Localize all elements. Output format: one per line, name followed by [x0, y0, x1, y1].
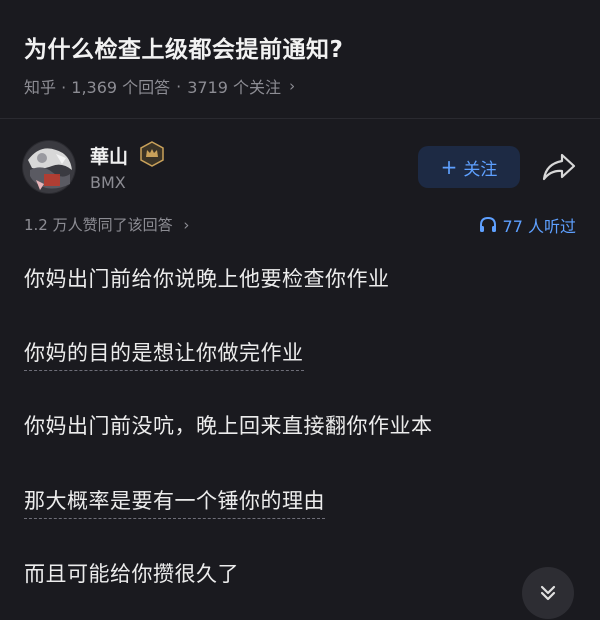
share-arrow-icon: [542, 153, 576, 181]
chevron-right-icon: ›: [183, 216, 190, 234]
plus-icon: +: [440, 155, 458, 179]
divider: [0, 118, 600, 119]
avatar[interactable]: [22, 140, 76, 194]
share-button[interactable]: [540, 150, 578, 184]
question-meta[interactable]: 知乎 · 1,369 个回答 · 3719 个关注 ›: [24, 74, 295, 98]
answer-paragraph: 你妈出门前给你说晚上他要检查你作业: [24, 267, 390, 291]
double-chevron-down-icon: [540, 585, 556, 601]
follower-count: 3719 个关注: [187, 78, 282, 97]
likes-row[interactable]: 1.2 万人赞同了该回答 ›: [24, 214, 189, 235]
answer-paragraph-highlighted[interactable]: 那大概率是要有一个锤你的理由: [24, 485, 325, 519]
answer-paragraph: 而且可能给你攒很久了: [24, 562, 239, 586]
answer-paragraph: 你妈出门前没吭，晚上回来直接翻你作业本: [24, 414, 433, 438]
crown-badge-icon: [139, 141, 165, 167]
answer-paragraph-highlighted[interactable]: 你妈的目的是想让你做完作业: [24, 337, 304, 371]
listen-count: 77 人听过: [502, 217, 576, 236]
meta-separator: ·: [176, 76, 182, 96]
chevron-right-icon: ›: [289, 77, 296, 95]
answer-count: 知乎 · 1,369 个回答: [24, 78, 171, 97]
follow-button[interactable]: + 关注: [418, 146, 520, 188]
scroll-down-button[interactable]: [522, 567, 574, 619]
follow-label: 关注: [463, 159, 498, 180]
author-name[interactable]: 華山: [90, 142, 128, 169]
author-subtitle: BMX: [90, 173, 126, 192]
listen-button[interactable]: 77 人听过: [479, 213, 576, 237]
likes-count: 1.2 万人赞同了该回答: [24, 216, 173, 234]
question-title[interactable]: 为什么检查上级都会提前通知?: [24, 30, 343, 64]
headphones-icon: [479, 216, 496, 232]
